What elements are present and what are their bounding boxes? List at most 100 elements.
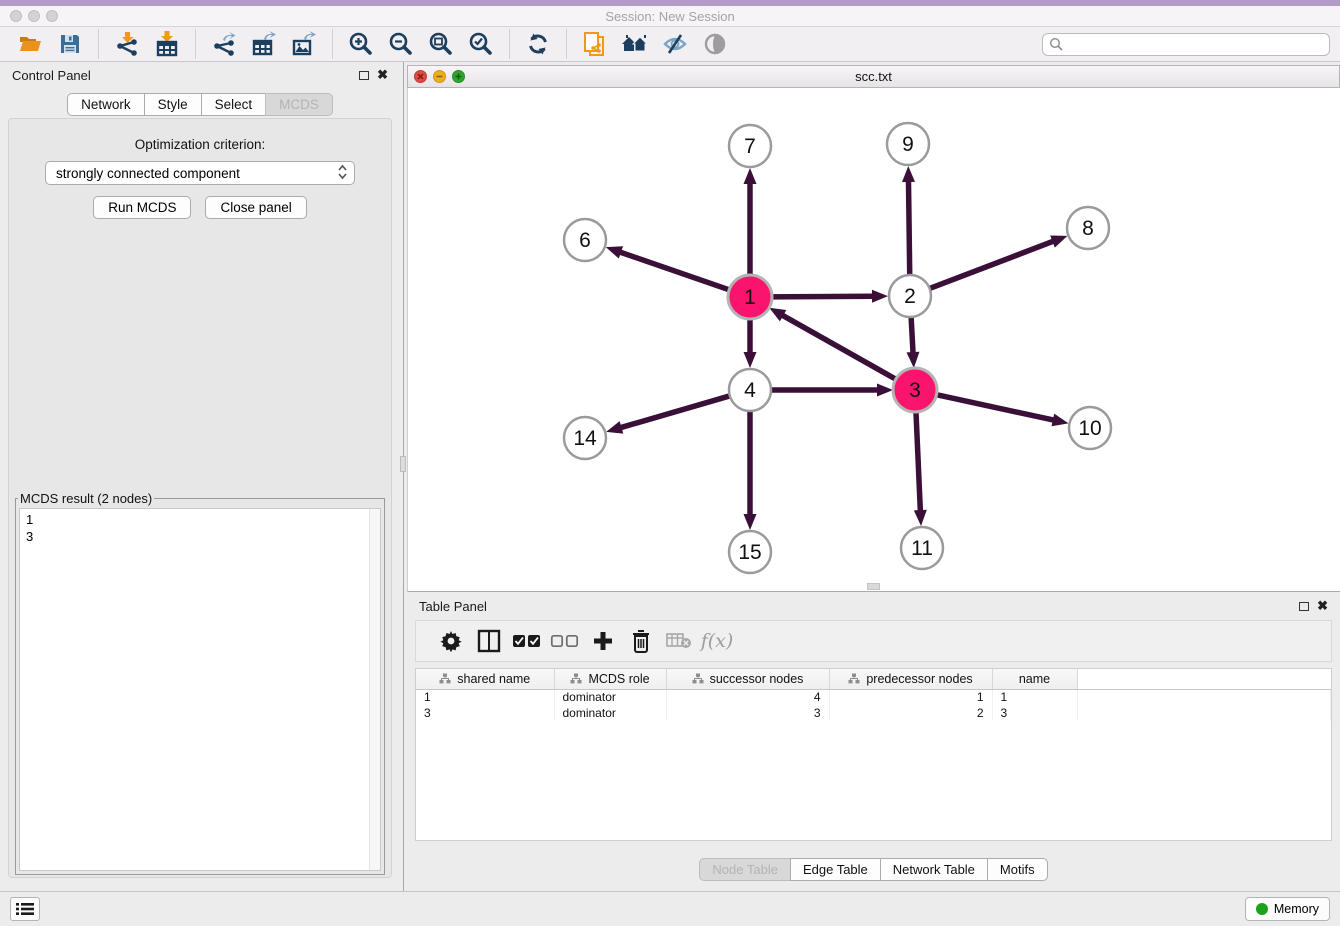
- mcds-result-group: MCDS result (2 nodes) 1 3: [15, 491, 385, 875]
- graph-edge-arrowhead: [902, 166, 915, 182]
- import-table-icon[interactable]: [152, 30, 182, 58]
- toggle-panel-icon[interactable]: [470, 625, 508, 657]
- search-field[interactable]: [1042, 33, 1330, 56]
- toolbar-separator: [195, 29, 196, 59]
- tab-mcds[interactable]: MCDS: [265, 93, 333, 116]
- graph-edge-arrowhead: [606, 421, 623, 433]
- column-tree-icon: [692, 673, 704, 684]
- table-row[interactable]: 3 dominator 3 2 3: [416, 705, 1331, 721]
- search-input[interactable]: [1064, 37, 1323, 51]
- network-maximize-button[interactable]: [452, 70, 465, 83]
- tab-network[interactable]: Network: [67, 93, 145, 116]
- result-scrollbar[interactable]: [369, 509, 380, 870]
- zoom-selected-icon[interactable]: [466, 30, 496, 58]
- mcds-result-box[interactable]: 1 3: [19, 508, 381, 871]
- deselect-all-icon[interactable]: [546, 625, 584, 657]
- export-image-icon[interactable]: [289, 30, 319, 58]
- splitter-handle[interactable]: [400, 456, 406, 472]
- window-title: Session: New Session: [0, 9, 1340, 24]
- node-table[interactable]: shared name: [415, 668, 1332, 841]
- save-session-icon[interactable]: [55, 30, 85, 58]
- open-session-icon[interactable]: [15, 30, 45, 58]
- graph-edge-2-3[interactable]: [911, 315, 913, 354]
- tab-node-table[interactable]: Node Table: [699, 858, 791, 881]
- toolbar-separator: [566, 29, 567, 59]
- delete-column-icon[interactable]: [622, 625, 660, 657]
- panel-splitter[interactable]: [400, 62, 407, 891]
- float-panel-icon[interactable]: [359, 71, 369, 80]
- network-minimize-button[interactable]: [433, 70, 446, 83]
- zoom-in-icon[interactable]: [346, 30, 376, 58]
- col-header-predecessor-nodes[interactable]: predecessor nodes: [829, 669, 992, 689]
- close-panel-button[interactable]: Close panel: [205, 196, 306, 219]
- titlebar: Session: New Session: [0, 6, 1340, 27]
- graph-edge-1-2[interactable]: [769, 296, 874, 297]
- delete-table-icon: [660, 625, 698, 657]
- criterion-dropdown[interactable]: strongly connected component: [45, 161, 355, 185]
- control-panel: Control Panel ✖ Network Style Select MCD…: [0, 62, 400, 891]
- graph-edge-3-1[interactable]: [781, 315, 898, 381]
- mcds-result-title: MCDS result (2 nodes): [18, 491, 154, 506]
- col-header-shared-name[interactable]: shared name: [416, 669, 554, 689]
- graph-node-label: 10: [1078, 417, 1101, 440]
- add-column-icon[interactable]: [584, 625, 622, 657]
- import-network-icon[interactable]: [112, 30, 142, 58]
- col-header-mcds-role[interactable]: MCDS role: [554, 669, 666, 689]
- memory-button[interactable]: Memory: [1245, 897, 1330, 921]
- graph-node-label: 9: [902, 133, 914, 156]
- col-header-filler: [1077, 669, 1331, 689]
- graph-edge-arrowhead: [744, 514, 757, 530]
- graph-node-label: 8: [1082, 217, 1094, 240]
- graph-edge-2-9[interactable]: [908, 180, 909, 277]
- export-network-icon[interactable]: [209, 30, 239, 58]
- table-row[interactable]: 1 dominator 4 1 1: [416, 689, 1331, 705]
- col-header-successor-nodes[interactable]: successor nodes: [666, 669, 829, 689]
- mcds-result-text: 1 3: [20, 509, 380, 547]
- close-table-panel-icon[interactable]: ✖: [1317, 601, 1328, 611]
- network-window-titlebar[interactable]: scc.txt: [407, 65, 1340, 88]
- zoom-out-icon[interactable]: [386, 30, 416, 58]
- column-tree-icon: [848, 673, 860, 684]
- graph-edge-3-10[interactable]: [934, 394, 1055, 420]
- run-mcds-button[interactable]: Run MCDS: [93, 196, 191, 219]
- col-header-name[interactable]: name: [992, 669, 1077, 689]
- graph-edge-arrowhead: [914, 510, 927, 526]
- close-panel-icon[interactable]: ✖: [377, 70, 388, 80]
- tab-motifs[interactable]: Motifs: [987, 858, 1048, 881]
- network-window-title: scc.txt: [408, 69, 1339, 84]
- graph-edge-arrowhead: [877, 384, 893, 397]
- graph-node-label: 4: [744, 379, 756, 402]
- table-tabs: Node Table Edge Table Network Table Moti…: [415, 858, 1332, 881]
- first-neighbors-icon[interactable]: [620, 30, 650, 58]
- select-all-icon[interactable]: [508, 625, 546, 657]
- export-table-icon[interactable]: [249, 30, 279, 58]
- refresh-icon[interactable]: [523, 30, 553, 58]
- tab-select[interactable]: Select: [201, 93, 267, 116]
- graph-node-label: 1: [744, 286, 756, 309]
- graph-node-label: 11: [911, 537, 933, 560]
- network-window: scc.txt 7968124314101511: [407, 65, 1340, 592]
- toolbar-separator: [332, 29, 333, 59]
- tab-network-table[interactable]: Network Table: [880, 858, 988, 881]
- graph-edge-arrowhead: [1051, 414, 1068, 427]
- graph-edge-1-6[interactable]: [619, 252, 732, 291]
- main-toolbar: [0, 27, 1340, 62]
- network-canvas[interactable]: 7968124314101511: [407, 88, 1340, 592]
- graph-edge-4-14[interactable]: [620, 395, 732, 428]
- table-toolbar: f(x): [415, 620, 1332, 662]
- tab-style[interactable]: Style: [144, 93, 202, 116]
- control-panel-tabs: Network Style Select MCDS: [0, 93, 400, 116]
- graph-edge-2-8[interactable]: [928, 241, 1055, 289]
- memory-status-icon: [1256, 903, 1268, 915]
- tab-edge-table[interactable]: Edge Table: [790, 858, 881, 881]
- graph-edge-3-11[interactable]: [916, 409, 921, 512]
- canvas-resize-handle[interactable]: [867, 583, 880, 590]
- zoom-fit-icon[interactable]: [426, 30, 456, 58]
- hide-selected-icon[interactable]: [660, 30, 690, 58]
- graph-edge-arrowhead: [1050, 235, 1067, 247]
- network-close-button[interactable]: [414, 70, 427, 83]
- task-history-button[interactable]: [10, 897, 40, 921]
- float-table-panel-icon[interactable]: [1299, 602, 1309, 611]
- clone-network-icon[interactable]: [580, 30, 610, 58]
- table-settings-icon[interactable]: [432, 625, 470, 657]
